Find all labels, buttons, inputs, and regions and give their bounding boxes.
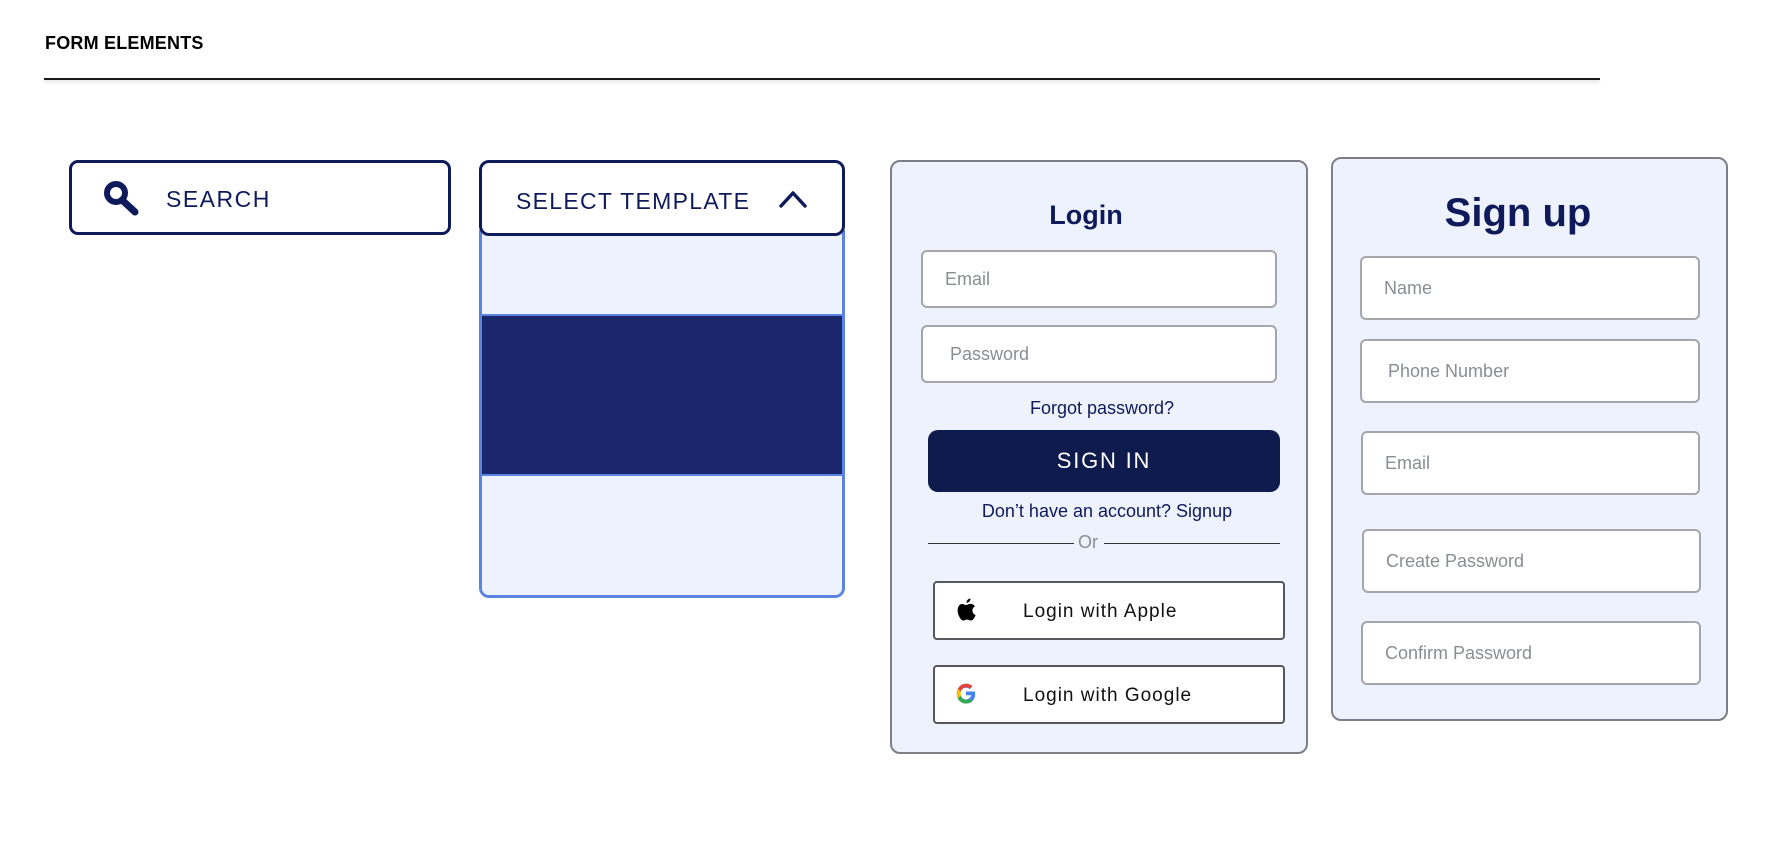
login-title: Login [1049,200,1123,230]
login-card: Login Email Password Forgot password? SI… [890,160,1308,754]
signup-create-password-field[interactable]: Create Password [1362,529,1701,593]
search-icon [104,181,139,216]
login-email-field[interactable]: Email [921,250,1277,308]
forgot-password-link[interactable]: Forgot password? [892,398,1312,419]
template-option-1[interactable] [482,230,842,314]
signup-phone-placeholder: Phone Number [1388,360,1510,381]
template-options-list [479,230,845,598]
template-option-3[interactable] [482,476,842,595]
signup-confirm-password-placeholder: Confirm Password [1385,642,1533,663]
search-label: SEARCH [166,186,271,212]
signup-name-field[interactable]: Name [1360,256,1700,320]
apple-icon [957,598,976,621]
or-text: Or [1078,532,1098,552]
signup-confirm-password-field[interactable]: Confirm Password [1361,621,1701,685]
login-with-apple-button[interactable]: Login with Apple [933,581,1285,640]
page-title: FORM ELEMENTS [45,33,204,53]
signup-link[interactable]: Don’t have an account? Signup [892,501,1322,522]
template-dropdown: SELECT TEMPLATE [479,160,845,598]
login-password-placeholder: Password [950,343,1030,364]
signup-create-password-placeholder: Create Password [1386,550,1525,571]
login-email-placeholder: Email [945,268,991,289]
title-divider [44,78,1600,80]
or-divider-line-right [1104,543,1280,544]
google-button-label: Login with Google [1023,685,1193,706]
login-password-field[interactable]: Password [921,325,1277,383]
apple-button-label: Login with Apple [1023,601,1178,622]
sign-in-button[interactable]: SIGN IN [928,430,1280,492]
login-with-google-button[interactable]: Login with Google [933,665,1285,724]
search-input[interactable]: SEARCH [69,160,451,235]
chevron-up-icon [779,191,807,208]
template-option-2-selected[interactable] [482,314,842,476]
signup-email-field[interactable]: Email [1361,431,1700,495]
signup-title: Sign up [1444,191,1592,235]
or-divider-line-left [928,543,1074,544]
signup-email-placeholder: Email [1385,452,1431,473]
or-divider: Or [928,532,1280,556]
select-template-label: SELECT TEMPLATE [516,188,751,214]
signup-phone-field[interactable]: Phone Number [1360,339,1700,403]
select-template-button[interactable]: SELECT TEMPLATE [479,160,845,236]
google-icon [956,683,976,704]
signup-card: Sign up Name Phone Number Email Create P… [1331,157,1728,721]
signup-name-placeholder: Name [1384,277,1433,298]
